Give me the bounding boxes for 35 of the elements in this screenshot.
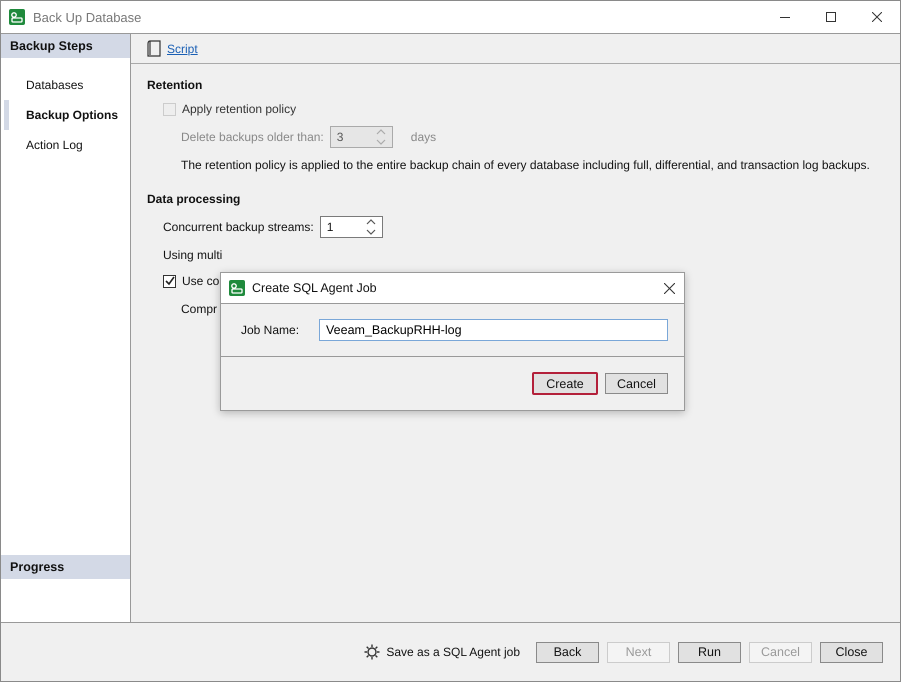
number-spinner[interactable]: 1 xyxy=(320,216,383,238)
unit-label: days xyxy=(410,130,436,144)
field-label: Delete backups older than: xyxy=(181,130,324,144)
field-label: Job Name: xyxy=(241,323,300,337)
minimize-icon[interactable] xyxy=(780,16,790,18)
footer-button[interactable]: Back xyxy=(536,642,599,662)
streams-note: Using multi xyxy=(163,248,222,262)
section-heading: Data processing xyxy=(147,192,242,206)
sidebar-item[interactable]: Backup Options xyxy=(4,100,130,130)
close-icon[interactable] xyxy=(664,282,674,294)
footer-button[interactable]: Close xyxy=(820,642,883,662)
dialog-button[interactable]: Create xyxy=(532,372,598,395)
app-icon xyxy=(9,9,25,25)
checkbox[interactable] xyxy=(163,274,176,288)
checkbox-label: Apply retention policy xyxy=(182,102,296,116)
sidebar-item[interactable]: Databases xyxy=(4,70,130,100)
sidebar-item[interactable]: Action Log xyxy=(4,130,130,160)
app-icon xyxy=(229,280,245,296)
dialog-title: Create SQL Agent Job xyxy=(252,281,377,295)
script-link[interactable]: Script xyxy=(167,42,198,56)
close-icon[interactable] xyxy=(872,12,882,22)
retention-note: The retention policy is applied to the entire backup chain of every database including full, differential, and transaction log backups. xyxy=(181,158,870,172)
window-title: Back Up Database xyxy=(33,10,142,24)
save-job-link[interactable]: Save as a SQL Agent job xyxy=(386,645,520,659)
section-heading: Retention xyxy=(147,78,204,92)
sidebar-header: Backup Steps xyxy=(1,34,130,58)
sidebar-header: Progress xyxy=(1,555,130,579)
job-name-field[interactable]: Veeam_BackupRHH-log xyxy=(319,319,668,341)
footer-button[interactable]: Run xyxy=(678,642,741,662)
settings-icon[interactable] xyxy=(364,644,380,660)
checkbox-label: Use co xyxy=(182,274,220,288)
maximize-icon[interactable] xyxy=(826,12,836,22)
field-label: Concurrent backup streams: xyxy=(163,220,314,234)
dialog-button[interactable]: Cancel xyxy=(605,373,668,394)
field-label: Compr xyxy=(181,302,218,316)
